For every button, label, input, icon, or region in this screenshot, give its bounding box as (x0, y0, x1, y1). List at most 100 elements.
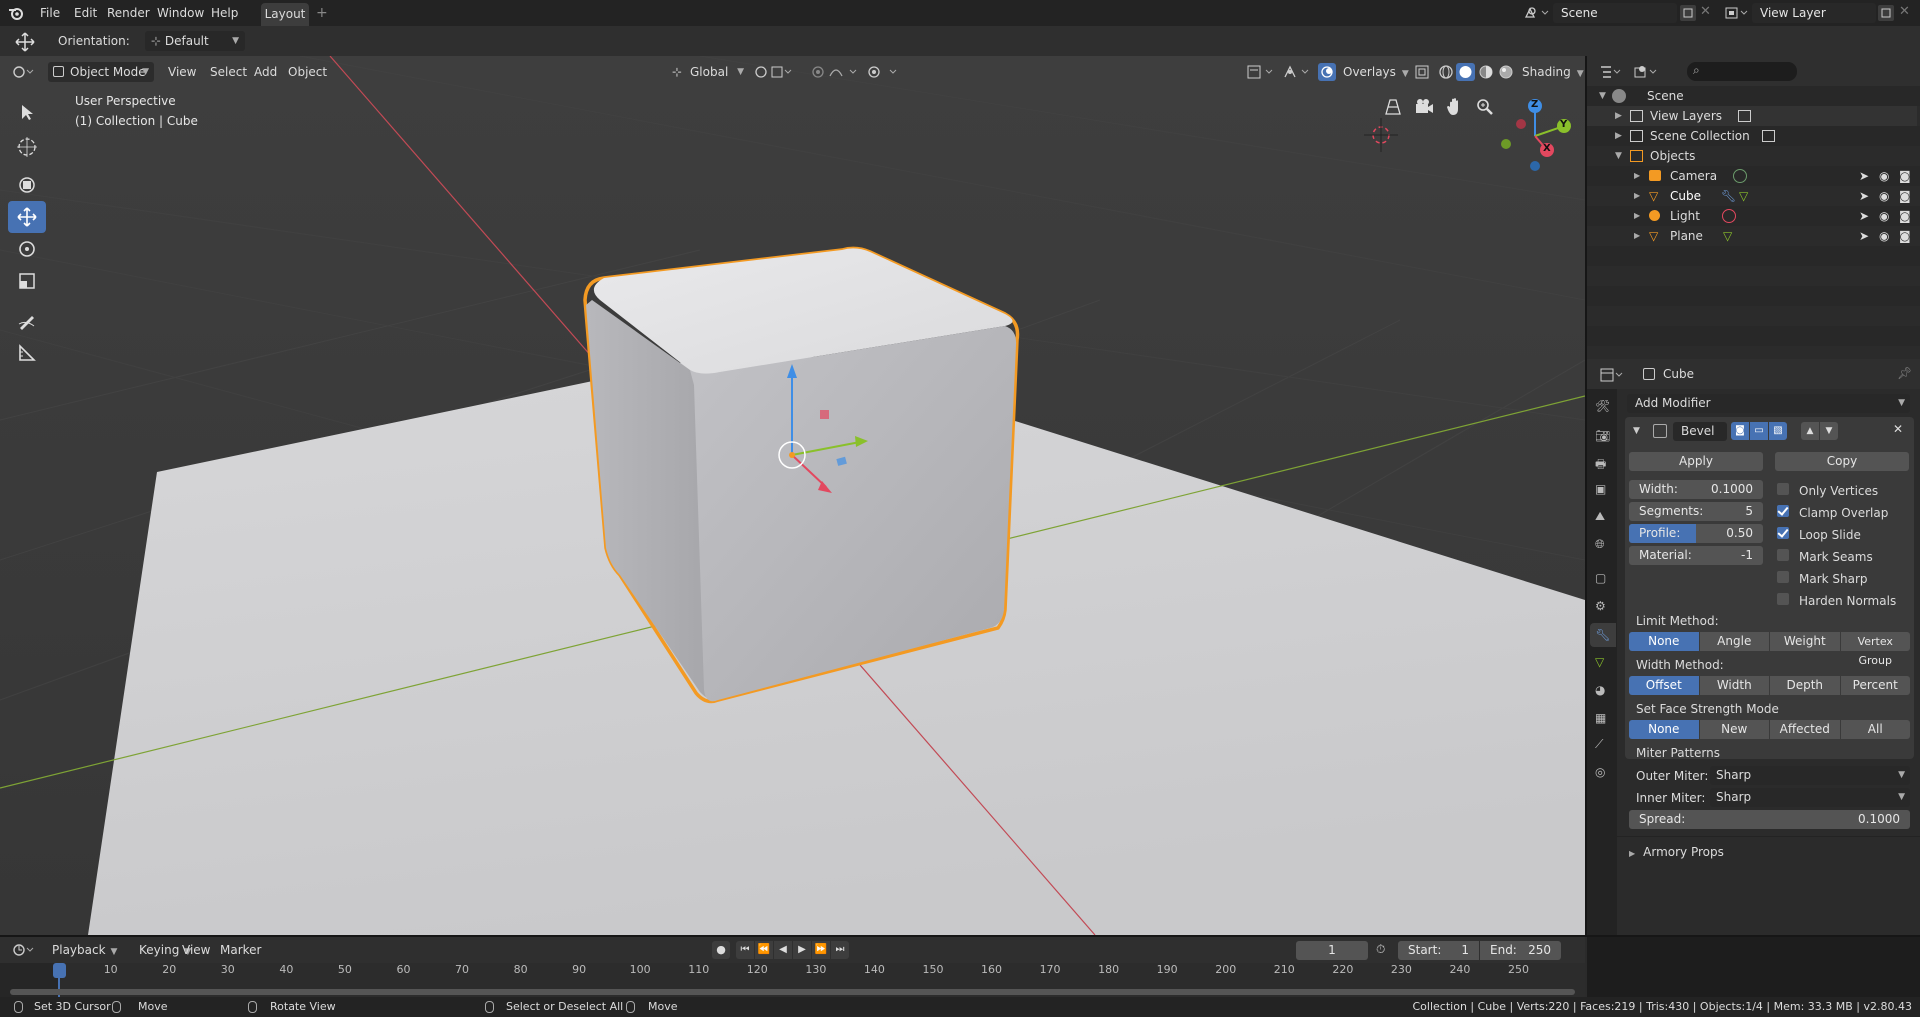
expand-icon[interactable]: ▼ (1599, 86, 1606, 106)
collapse-modifier-icon[interactable]: ▼ (1633, 426, 1640, 436)
visibility-eye-icon[interactable]: ◉ (1879, 166, 1889, 186)
tab-tool-icon[interactable]: 🛠︎ (1595, 399, 1610, 413)
expand-icon[interactable]: ▼ (1615, 146, 1622, 166)
remove-scene-icon[interactable]: ✕ (1700, 4, 1711, 19)
overlays-toggle-icon[interactable] (1318, 63, 1336, 81)
remove-view-layer-icon[interactable]: ✕ (1899, 4, 1910, 19)
selectable-arrow-icon[interactable]: ➤ (1859, 226, 1869, 246)
properties-editor-type-icon[interactable] (1599, 367, 1625, 383)
selectable-arrow-icon[interactable]: ➤ (1859, 186, 1869, 206)
harden-normals-check[interactable] (1777, 593, 1789, 605)
modifier-name-field[interactable]: Bevel (1673, 422, 1727, 441)
transform-tool-icon[interactable] (8, 169, 46, 201)
viewport-menu-select[interactable]: Select (210, 65, 247, 79)
timeline-menu-playback[interactable]: Playback ▼ (52, 943, 117, 957)
current-frame-field[interactable]: 1 (1296, 941, 1368, 960)
expand-icon[interactable]: ▶ (1634, 166, 1640, 186)
new-view-layer-icon[interactable] (1878, 5, 1894, 21)
shading-solid-icon[interactable] (1456, 63, 1475, 81)
gizmo-toggle-icon[interactable] (1282, 64, 1318, 80)
menu-render[interactable]: Render (107, 6, 150, 20)
profile-slider[interactable]: Profile: 0.50 (1629, 524, 1763, 543)
rotate-tool-icon[interactable] (8, 233, 46, 265)
view-object-types-icon[interactable] (1246, 64, 1282, 80)
mark-seams-checkbox[interactable]: Mark Seams (1777, 549, 1873, 564)
face-strength-affected-option[interactable]: Affected (1770, 720, 1840, 739)
mark-seams-check[interactable] (1777, 549, 1789, 561)
tab-particles-icon[interactable]: ◎ (1595, 765, 1605, 779)
move-tool-button-icon[interactable] (8, 201, 46, 233)
tab-constraints-icon[interactable]: ⚙︎ (1595, 599, 1606, 613)
tab-view-layer-icon[interactable]: ▣ (1595, 482, 1606, 496)
armory-props-panel[interactable]: ▶ Armory Props (1617, 836, 1920, 866)
outliner-row-scene-collection[interactable]: ▶ Scene Collection (1587, 126, 1917, 146)
end-frame-field[interactable]: End: 250 (1480, 941, 1561, 960)
selectable-arrow-icon[interactable]: ➤ (1859, 206, 1869, 226)
menu-window[interactable]: Window (157, 6, 204, 20)
face-strength-none-option[interactable]: None (1629, 720, 1699, 739)
move-down-icon[interactable]: ▼ (1820, 422, 1838, 440)
display-mode-icon[interactable] (1633, 64, 1663, 80)
zoom-view-icon[interactable] (1476, 98, 1494, 116)
tab-object-icon[interactable]: ▢ (1595, 571, 1606, 585)
outliner-row-light[interactable]: ▶ Light ➤ ◉ ◙ (1587, 206, 1917, 226)
shading-rendered-icon[interactable] (1498, 64, 1514, 80)
clamp-overlap-checkbox[interactable]: Clamp Overlap (1777, 505, 1888, 520)
render-camera-icon[interactable]: ◙ (1899, 206, 1911, 226)
tab-physics-icon[interactable]: ⟋ (1595, 737, 1603, 752)
view-layer-field[interactable]: View Layer (1752, 3, 1876, 23)
selectable-arrow-icon[interactable]: ➤ (1859, 166, 1869, 186)
apply-button[interactable]: Apply (1629, 452, 1763, 471)
shading-material-icon[interactable] (1478, 64, 1494, 80)
width-depth-option[interactable]: Depth (1770, 676, 1840, 695)
only-vertices-checkbox[interactable]: Only Vertices (1777, 483, 1878, 498)
spread-field[interactable]: Spread: 0.1000 (1629, 810, 1910, 829)
scale-tool-icon[interactable] (8, 265, 46, 297)
view-layer-icon[interactable] (1724, 5, 1750, 21)
viewport-menu-add[interactable]: Add (254, 65, 277, 79)
inner-miter-dropdown[interactable]: Sharp ▼ (1710, 788, 1910, 807)
pin-icon[interactable]: 📌︎ (1897, 366, 1912, 380)
menu-file[interactable]: File (40, 6, 60, 20)
outliner-row-scene[interactable]: ▼ Scene (1587, 86, 1917, 106)
outliner-row-cube[interactable]: ▶ ▽ Cube 🔧︎ ▽ ➤ ◉ ◙ (1587, 186, 1917, 206)
timeline-menu-view[interactable]: View (182, 943, 210, 957)
editor-type-icon[interactable] (12, 64, 38, 80)
transform-orientation-dropdown[interactable]: ⊹ Global ▼ (670, 62, 744, 82)
tab-modifiers-icon[interactable]: 🔧︎ (1590, 623, 1616, 647)
timeline-menu-marker[interactable]: Marker (220, 943, 261, 957)
show-editmode-icon[interactable]: ▧ (1769, 422, 1787, 440)
visibility-eye-icon[interactable]: ◉ (1879, 206, 1889, 226)
tab-object-data-icon[interactable]: ▽ (1595, 655, 1604, 669)
start-frame-field[interactable]: Start: 1 (1398, 941, 1479, 960)
orientation-dropdown[interactable]: ⊹ Default ▼ (145, 31, 245, 51)
width-width-option[interactable]: Width (1699, 676, 1769, 695)
overlays-dropdown[interactable]: Overlays ▼ (1343, 65, 1409, 79)
tab-material-icon[interactable]: ◕ (1595, 683, 1605, 697)
copy-button[interactable]: Copy (1775, 452, 1909, 471)
width-offset-option[interactable]: Offset (1629, 676, 1699, 695)
tab-scene-icon[interactable]: ⛰︎ (1595, 509, 1605, 524)
snap-icon[interactable] (810, 64, 860, 80)
record-button-icon[interactable]: ● (712, 941, 730, 959)
menu-edit[interactable]: Edit (74, 6, 97, 20)
render-camera-icon[interactable]: ◙ (1899, 226, 1911, 246)
visibility-eye-icon[interactable]: ◉ (1879, 226, 1889, 246)
expand-icon[interactable]: ▶ (1615, 106, 1622, 126)
annotate-tool-icon[interactable] (8, 305, 46, 337)
expand-icon[interactable]: ▶ (1615, 126, 1622, 146)
camera-view-icon[interactable] (1414, 98, 1434, 116)
segments-field[interactable]: Segments: 5 (1629, 502, 1763, 521)
shading-wireframe-icon[interactable] (1438, 64, 1454, 80)
loop-slide-checkbox[interactable]: Loop Slide (1777, 527, 1861, 542)
pan-view-icon[interactable] (1446, 97, 1464, 117)
add-modifier-dropdown[interactable]: Add Modifier ▼ (1627, 394, 1910, 413)
cursor-tool-icon[interactable] (8, 131, 46, 163)
material-field[interactable]: Material: -1 (1629, 546, 1763, 565)
jump-start-icon[interactable]: ⏮ (736, 941, 754, 959)
jump-end-icon[interactable]: ⏭ (831, 941, 849, 959)
proportional-edit-icon[interactable] (866, 64, 902, 80)
width-field[interactable]: Width: 0.1000 (1629, 480, 1763, 499)
tab-texture-icon[interactable]: ▦ (1595, 711, 1606, 725)
preview-range-icon[interactable]: ⏱ (1376, 942, 1385, 957)
